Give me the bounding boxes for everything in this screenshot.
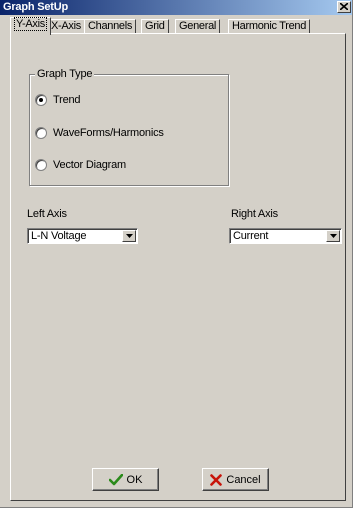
radio-button[interactable] — [35, 127, 47, 139]
right-axis-value: Current — [233, 230, 269, 242]
ok-button[interactable]: OK — [92, 468, 159, 491]
check-icon — [108, 473, 123, 485]
left-axis-value: L-N Voltage — [31, 230, 87, 242]
close-button[interactable] — [337, 1, 351, 13]
right-axis-label: Right Axis — [231, 208, 278, 220]
graph-setup-dialog: Graph SetUp Y-Axis X-Axis Channels Grid … — [0, 0, 353, 508]
right-axis-dropdown-button[interactable] — [326, 230, 340, 242]
radio-waveforms-harmonics[interactable]: WaveForms/Harmonics — [35, 126, 164, 140]
left-axis-select[interactable]: L-N Voltage — [27, 228, 138, 244]
title-bar[interactable]: Graph SetUp — [0, 0, 352, 15]
tab-grid[interactable]: Grid — [141, 19, 169, 34]
close-icon — [340, 3, 348, 10]
tab-harmonic-trend[interactable]: Harmonic Trend — [228, 19, 311, 34]
right-axis-select[interactable]: Current — [229, 228, 342, 244]
window-title: Graph SetUp — [3, 1, 69, 13]
ok-label: OK — [126, 473, 143, 486]
left-axis-dropdown-button[interactable] — [122, 230, 136, 242]
chevron-down-icon — [330, 234, 337, 238]
tab-general[interactable]: General — [175, 19, 221, 34]
x-icon — [210, 473, 223, 486]
tab-channels[interactable]: Channels — [84, 19, 137, 34]
graph-type-label: Graph Type — [35, 68, 95, 80]
tab-y-axis[interactable]: Y-Axis — [10, 17, 51, 35]
tab-x-axis[interactable]: X-Axis — [47, 19, 85, 34]
radio-button[interactable] — [35, 94, 47, 106]
cancel-button[interactable]: Cancel — [202, 468, 269, 491]
radio-button[interactable] — [35, 159, 47, 171]
left-axis-label: Left Axis — [27, 208, 67, 220]
radio-trend[interactable]: Trend — [35, 93, 81, 107]
chevron-down-icon — [126, 234, 133, 238]
cancel-label: Cancel — [226, 473, 261, 486]
radio-vector-diagram[interactable]: Vector Diagram — [35, 158, 126, 172]
